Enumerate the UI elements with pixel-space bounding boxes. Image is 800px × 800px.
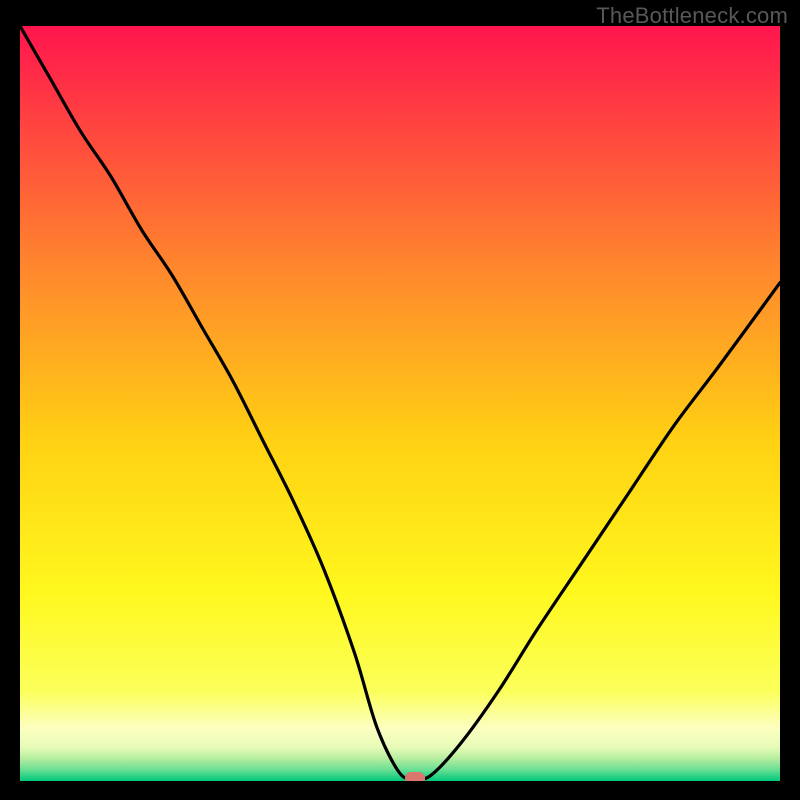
chart-frame: TheBottleneck.com	[0, 0, 800, 800]
watermark-text: TheBottleneck.com	[596, 3, 788, 29]
plot-area	[20, 26, 780, 781]
minimum-marker	[405, 772, 425, 781]
bottleneck-curve	[20, 26, 780, 781]
